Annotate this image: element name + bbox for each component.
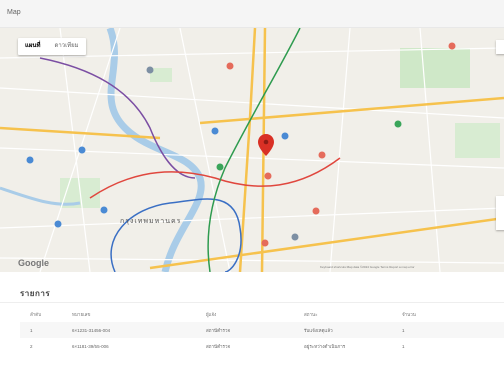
park-area <box>455 123 500 158</box>
table-header-row: ลำดับ หมายเลข ผู้แจ้ง สถานะ จำนวน <box>20 306 504 322</box>
divider <box>0 302 504 303</box>
table-cell: 1 <box>30 327 33 333</box>
map-type-satellite-button[interactable]: ดาวเทียม <box>47 38 85 55</box>
table-row[interactable]: 2 6×1181-39/55-006 สถานีตำรวจ อยู่ระหว่า… <box>20 338 504 354</box>
rail-red <box>89 157 341 199</box>
map-card-header: Map <box>0 0 504 28</box>
google-map[interactable]: กรุงเทพมหานคร แผนที่ ดาวเทียม Google Key… <box>0 28 504 272</box>
map-type-control: แผนที่ ดาวเทียม <box>18 38 86 55</box>
table-cell: สถานีตำรวจ <box>206 327 231 333</box>
table-cell: รับแจ้งเหตุแล้ว <box>304 327 333 333</box>
map-canvas[interactable]: กรุงเทพมหานคร <box>0 28 504 272</box>
zoom-control[interactable] <box>496 196 504 230</box>
report-table: ลำดับ หมายเลข ผู้แจ้ง สถานะ จำนวน 1 6×12… <box>20 306 504 354</box>
column-header: สถานะ <box>304 311 318 317</box>
map-type-map-button[interactable]: แผนที่ <box>18 38 47 55</box>
location-pin-icon[interactable] <box>258 134 274 156</box>
map-title: Map <box>7 9 21 16</box>
table-cell: 1 <box>402 343 405 349</box>
table-cell: สถานีตำรวจ <box>206 343 231 349</box>
city-label: กรุงเทพมหานคร <box>120 218 181 225</box>
fullscreen-button[interactable] <box>496 40 504 54</box>
column-header: ลำดับ <box>30 311 42 317</box>
table-cell: อยู่ระหว่างดำเนินการ <box>304 343 346 349</box>
column-header: ผู้แจ้ง <box>206 311 217 317</box>
list-title: รายการ <box>20 289 51 298</box>
google-logo: Google <box>18 258 49 268</box>
map-attribution[interactable]: Keyboard shortcuts Map data ©2024 Google… <box>320 265 415 269</box>
column-header: หมายเลข <box>72 311 91 317</box>
table-cell: 6×1231-31456-004 <box>72 327 111 333</box>
park-area <box>400 48 470 88</box>
table-row[interactable]: 1 6×1231-31456-004 สถานีตำรวจ รับแจ้งเหต… <box>20 322 504 338</box>
table-cell: 6×1181-39/55-006 <box>72 343 109 349</box>
table-cell: 2 <box>30 343 33 349</box>
column-header: จำนวน <box>402 311 416 317</box>
table-cell: 1 <box>402 327 405 333</box>
